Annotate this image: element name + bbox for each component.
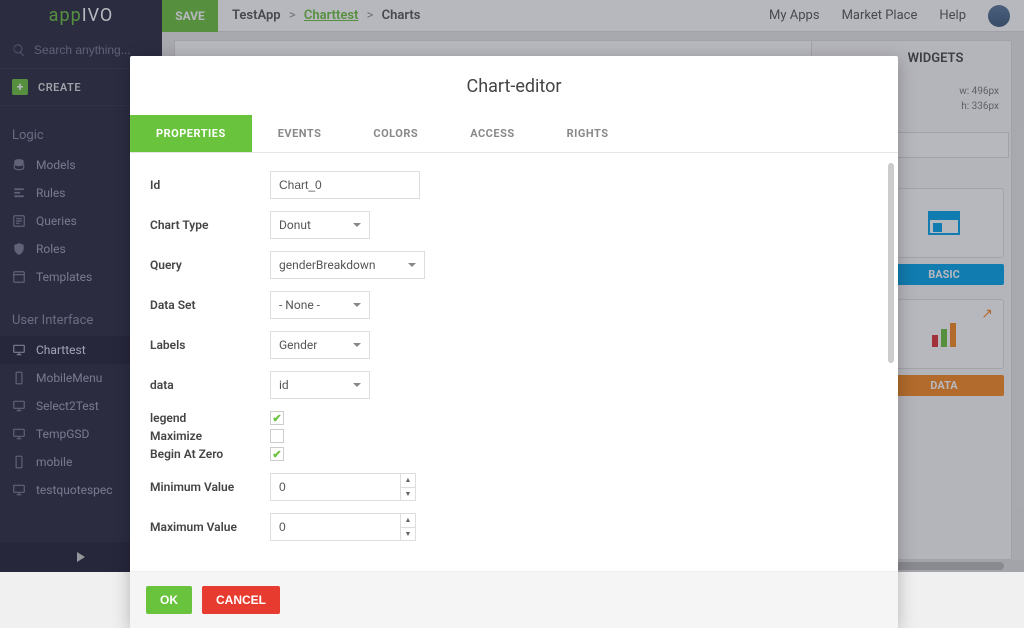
checkbox-begin-zero[interactable]: ✔: [270, 447, 284, 461]
label-data-set: Data Set: [150, 298, 270, 312]
label-max: Maximum Value: [150, 520, 270, 534]
modal-scrollbar[interactable]: [888, 163, 894, 363]
select-data-set[interactable]: - None -: [270, 291, 370, 319]
modal-tabs: PROPERTIES EVENTS COLORS ACCESS RIGHTS: [130, 115, 898, 153]
modal-body: Id Chart Type Donut Query genderBreakdow…: [130, 153, 898, 561]
chevron-down-icon: [353, 223, 361, 227]
spinner-up-icon[interactable]: ▲: [401, 514, 415, 528]
checkbox-maximize[interactable]: [270, 429, 284, 443]
tab-access[interactable]: ACCESS: [444, 115, 540, 152]
label-min: Minimum Value: [150, 480, 270, 494]
spinner-max[interactable]: ▲▼: [400, 513, 416, 541]
checkbox-legend[interactable]: ✔: [270, 411, 284, 425]
label-data: data: [150, 378, 270, 392]
spinner-down-icon[interactable]: ▼: [401, 488, 415, 501]
label-query: Query: [150, 258, 270, 272]
label-begin-zero: Begin At Zero: [150, 447, 270, 461]
chevron-down-icon: [353, 303, 361, 307]
chevron-down-icon: [408, 263, 416, 267]
spinner-min[interactable]: ▲▼: [400, 473, 416, 501]
select-chart-type[interactable]: Donut: [270, 211, 370, 239]
tab-events[interactable]: EVENTS: [252, 115, 348, 152]
select-query[interactable]: genderBreakdown: [270, 251, 425, 279]
label-chart-type: Chart Type: [150, 218, 270, 232]
ok-button[interactable]: OK: [146, 586, 192, 614]
tab-properties[interactable]: PROPERTIES: [130, 115, 252, 152]
label-legend: legend: [150, 411, 270, 425]
check-icon: ✔: [272, 412, 281, 425]
label-labels: Labels: [150, 338, 270, 352]
spinner-up-icon[interactable]: ▲: [401, 474, 415, 488]
chevron-down-icon: [353, 383, 361, 387]
spinner-down-icon[interactable]: ▼: [401, 528, 415, 541]
label-maximize: Maximize: [150, 429, 270, 443]
modal-footer: OK CANCEL: [130, 571, 898, 628]
chart-editor-modal: Chart-editor PROPERTIES EVENTS COLORS AC…: [130, 56, 898, 628]
input-max[interactable]: [270, 513, 400, 541]
select-data[interactable]: id: [270, 371, 370, 399]
modal-title: Chart-editor: [130, 56, 898, 115]
input-min[interactable]: [270, 473, 400, 501]
check-icon: ✔: [272, 448, 281, 461]
tab-rights[interactable]: RIGHTS: [541, 115, 635, 152]
cancel-button[interactable]: CANCEL: [202, 586, 280, 614]
tab-colors[interactable]: COLORS: [347, 115, 444, 152]
chevron-down-icon: [353, 343, 361, 347]
label-id: Id: [150, 178, 270, 192]
input-id[interactable]: [270, 171, 420, 199]
select-labels[interactable]: Gender: [270, 331, 370, 359]
